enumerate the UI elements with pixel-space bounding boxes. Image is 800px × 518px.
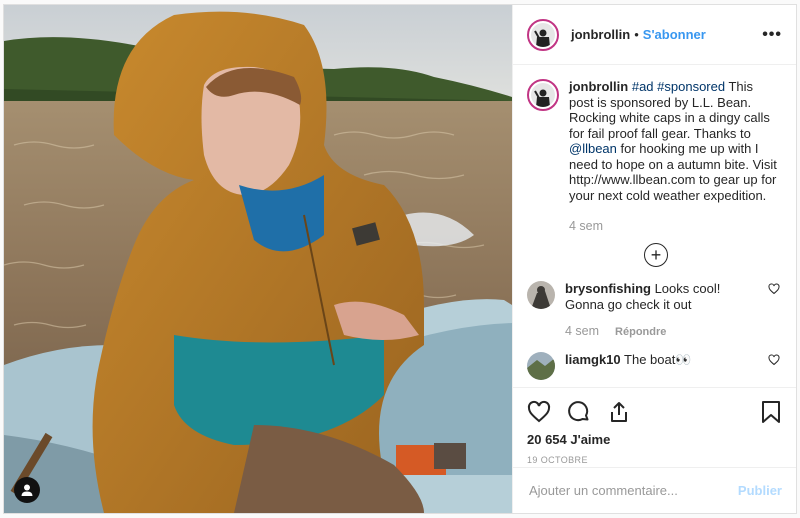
post-date[interactable]: 19 OCTOBRE: [527, 455, 782, 465]
share-icon[interactable]: [607, 400, 631, 424]
comment-item: liamgk10 The boat👀: [527, 352, 780, 380]
post-actions-area: 20 654 J'aime 19 OCTOBRE: [513, 387, 796, 465]
photo-illustration: [4, 5, 512, 513]
separator-dot: •: [634, 27, 639, 42]
heart-icon[interactable]: [527, 400, 551, 424]
avatar-figure: [534, 29, 550, 47]
load-more-glyph: +: [650, 245, 662, 265]
avatar[interactable]: [527, 18, 559, 51]
comment-author[interactable]: liamgk10: [565, 352, 621, 367]
likes-count[interactable]: 20 654 J'aime: [527, 432, 782, 447]
mention-link[interactable]: @llbean: [569, 141, 617, 156]
avatar[interactable]: [527, 352, 555, 380]
follow-button[interactable]: S'abonner: [643, 27, 706, 42]
post-header: jonbrollin • S'abonner •••: [513, 5, 796, 65]
post-dialog: jonbrollin • S'abonner ••• jonbrollin #ad …: [3, 4, 797, 514]
comment-body: The boat👀: [624, 352, 692, 367]
comment-meta: 4 sem Répondre: [565, 324, 758, 338]
avatar-image: [527, 352, 555, 380]
post-photo[interactable]: [4, 5, 512, 513]
add-comment-bar: Publier: [513, 467, 796, 513]
comment-time[interactable]: 4 sem: [565, 324, 599, 338]
heart-icon[interactable]: [768, 283, 780, 295]
caption-time[interactable]: 4 sem: [569, 219, 603, 233]
comment-text: liamgk10 The boat👀: [565, 352, 692, 380]
caption: jonbrollin #ad #sponsored This post is s…: [527, 79, 780, 203]
comment-author[interactable]: brysonfishing: [565, 281, 651, 296]
person-icon: [21, 484, 33, 496]
heart-icon[interactable]: [768, 354, 780, 366]
caption-text: jonbrollin #ad #sponsored This post is s…: [569, 79, 780, 203]
comment-input[interactable]: [527, 482, 738, 499]
reply-button[interactable]: Répondre: [615, 326, 666, 338]
bookmark-icon[interactable]: [760, 400, 782, 424]
avatar-image: [527, 281, 555, 309]
caption-author[interactable]: jonbrollin: [569, 79, 628, 94]
more-icon[interactable]: •••: [762, 26, 782, 44]
add-circle-icon[interactable]: +: [644, 243, 668, 267]
caption-meta: 4 sem: [569, 219, 780, 233]
comment-item: brysonfishing Looks cool! Gonna go check…: [527, 281, 780, 338]
post-side-panel: jonbrollin • S'abonner ••• jonbrollin #ad …: [512, 5, 796, 513]
comment-icon[interactable]: [567, 400, 591, 424]
user-tag-icon[interactable]: [14, 477, 40, 503]
hashtags[interactable]: #ad #sponsored: [632, 79, 725, 94]
avatar-figure: [534, 89, 550, 107]
comment-text: brysonfishing Looks cool! Gonna go check…: [565, 281, 758, 312]
action-bar: [527, 396, 782, 428]
avatar[interactable]: [527, 79, 559, 111]
avatar[interactable]: [527, 281, 555, 309]
publish-button[interactable]: Publier: [738, 483, 782, 498]
post-author[interactable]: jonbrollin: [571, 27, 630, 42]
comments-section[interactable]: jonbrollin #ad #sponsored This post is s…: [513, 65, 796, 387]
